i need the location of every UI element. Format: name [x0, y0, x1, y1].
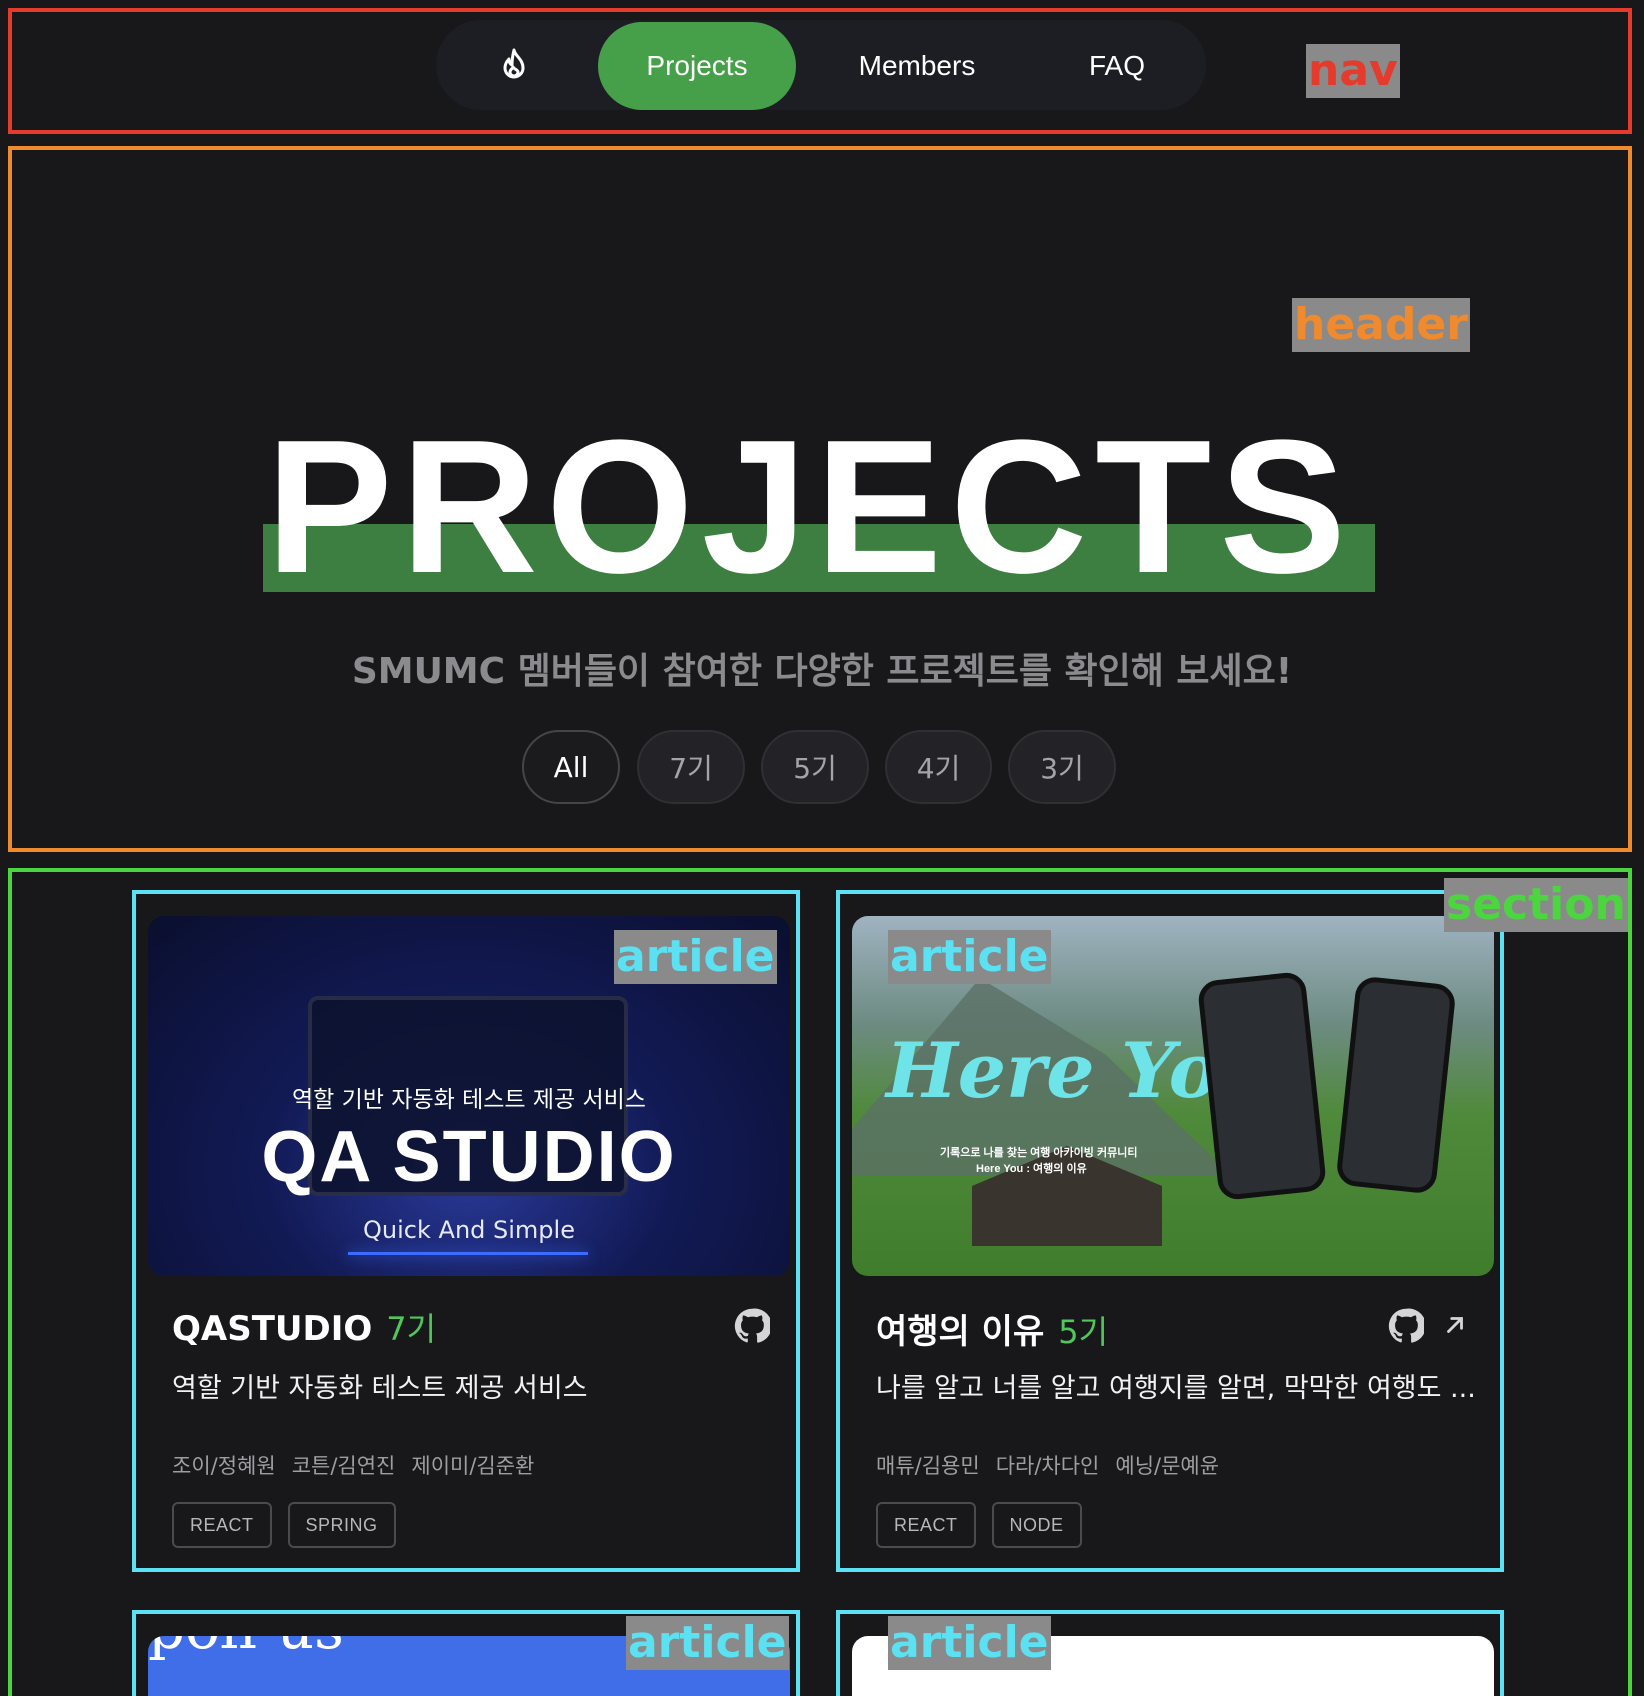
project-title: 여행의 이유 5기 — [876, 1304, 1108, 1353]
member-name: 조이/정혜원 — [172, 1454, 276, 1478]
filter-gen-7[interactable]: 7기 — [637, 730, 745, 804]
glow-line — [348, 1252, 588, 1255]
article-annotation-label: article — [626, 1616, 789, 1670]
project-description: 역할 기반 자동화 테스트 제공 서비스 — [172, 1373, 588, 1404]
tech-tag: REACT — [876, 1502, 976, 1548]
flame-icon[interactable] — [494, 46, 534, 86]
article-annotation-label: article — [888, 930, 1051, 984]
article-annotation-label: article — [888, 1616, 1051, 1670]
project-card-poll-us[interactable]: poll-us article — [132, 1610, 800, 1696]
member-name: 제이미/김준환 — [411, 1454, 535, 1478]
nav-projects-button[interactable]: Projects — [598, 22, 796, 110]
filter-gen-4[interactable]: 4기 — [885, 730, 992, 804]
thumb-tagline: 역할 기반 자동화 테스트 제공 서비스 — [292, 1087, 646, 1113]
member-name: 예닝/문예윤 — [1115, 1454, 1220, 1478]
thumb-caption: 기록으로 나를 찾는 여행 아카이빙 커뮤니티 — [940, 1147, 1138, 1159]
project-card-trip-reason[interactable]: Here You 기록으로 나를 찾는 여행 아카이빙 커뮤니티 Here Yo… — [836, 890, 1504, 1572]
nav-faq-link[interactable]: FAQ — [1060, 22, 1174, 110]
thumb-logo: poll-us — [148, 1636, 344, 1662]
thumb-caption: Here You : 여행의 이유 — [976, 1163, 1087, 1175]
external-link-icon[interactable] — [1442, 1312, 1468, 1338]
project-generation: 5기 — [1058, 1313, 1109, 1351]
project-description: 나를 알고 너를 알고 여행지를 알면, 막막한 여행도 ... — [876, 1373, 1476, 1404]
project-members: 조이/정혜원 코튼/김연진 제이미/김준환 — [172, 1450, 534, 1480]
nav-annotation-label: nav — [1306, 44, 1400, 98]
thumb-logo: QA STUDIO — [261, 1117, 677, 1197]
project-title: QASTUDIO 7기 — [172, 1304, 436, 1350]
project-tags: REACT SPRING — [172, 1502, 396, 1548]
project-name: QASTUDIO — [172, 1309, 373, 1349]
article-annotation-label: article — [614, 930, 777, 984]
tech-tag: NODE — [991, 1502, 1082, 1548]
phone-mockup — [1335, 975, 1457, 1195]
filter-all[interactable]: All — [522, 730, 620, 804]
project-members: 매튜/김용민 다라/차다인 예닝/문예윤 — [876, 1450, 1219, 1480]
phone-mockup — [1196, 970, 1328, 1202]
member-name: 매튜/김용민 — [876, 1454, 980, 1478]
page-subtitle: SMUMC 멤버들이 참여한 다양한 프로젝트를 확인해 보세요! — [351, 651, 1293, 692]
project-card-4[interactable]: article — [836, 1610, 1504, 1696]
github-icon[interactable] — [734, 1308, 770, 1344]
tech-tag: SPRING — [287, 1502, 396, 1548]
page-title: PROJECTS — [265, 401, 1355, 613]
member-name: 코튼/김연진 — [291, 1454, 396, 1478]
tech-tag: REACT — [172, 1502, 272, 1548]
project-generation: 7기 — [386, 1310, 437, 1348]
github-icon[interactable] — [1388, 1308, 1424, 1344]
member-name: 다라/차다인 — [995, 1454, 1100, 1478]
section-annotation-label: section — [1444, 878, 1628, 932]
header-annotation-label: header — [1292, 298, 1470, 352]
project-tags: REACT NODE — [876, 1502, 1082, 1548]
filter-gen-3[interactable]: 3기 — [1008, 730, 1116, 804]
project-name: 여행의 이유 — [876, 1312, 1045, 1352]
thumb-slogan: Quick And Simple — [363, 1216, 575, 1244]
filter-gen-5[interactable]: 5기 — [761, 730, 869, 804]
nav-members-link[interactable]: Members — [830, 22, 1004, 110]
project-card-qastudio[interactable]: 역할 기반 자동화 테스트 제공 서비스 QA STUDIO Quick And… — [132, 890, 800, 1572]
